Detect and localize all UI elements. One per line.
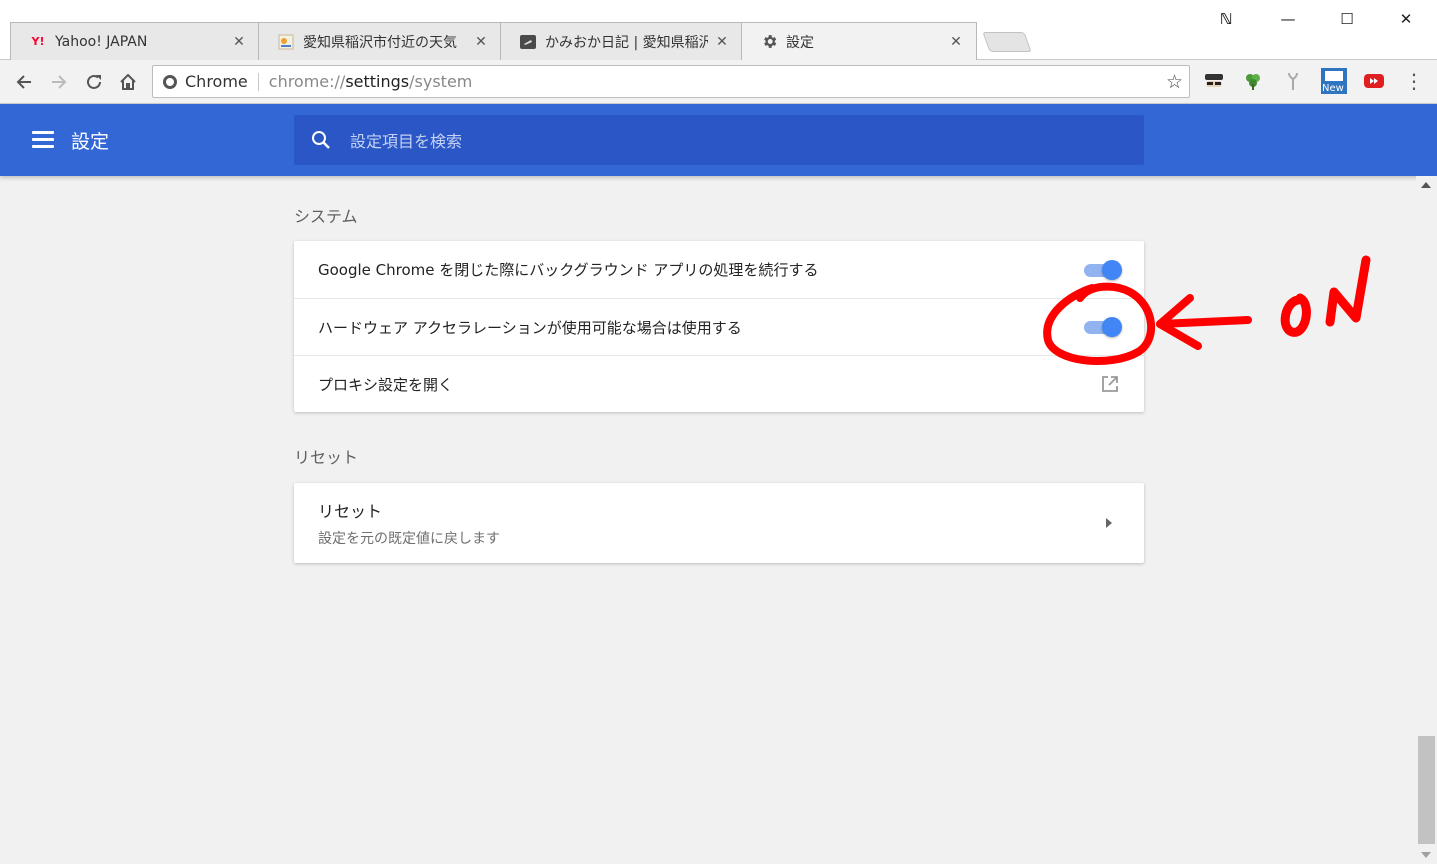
- maximize-button[interactable]: ☐: [1327, 8, 1367, 30]
- tab-title: かみおか日記 | 愛知県稲沢: [545, 34, 708, 51]
- hardware-acceleration-toggle[interactable]: [1084, 317, 1122, 337]
- reset-settings-row[interactable]: リセット 設定を元の既定値に戻します: [294, 483, 1144, 563]
- home-icon[interactable]: [115, 69, 141, 95]
- back-icon[interactable]: [11, 69, 37, 95]
- url-path: /system: [409, 72, 473, 91]
- hamburger-menu-icon[interactable]: [32, 131, 54, 149]
- page-scrollbar[interactable]: [1416, 176, 1437, 864]
- tab-strip: Y! Yahoo! JAPAN ✕ 愛知県稲沢市付近の天気 ✕ かみおか日記 |…: [0, 0, 1437, 60]
- tab-weather[interactable]: 愛知県稲沢市付近の天気 ✕: [258, 22, 502, 60]
- reset-item-subtitle: 設定を元の既定値に戻します: [318, 531, 500, 547]
- tab-yahoo[interactable]: Y! Yahoo! JAPAN ✕: [10, 22, 260, 60]
- youtube-extension-icon[interactable]: [1362, 69, 1386, 93]
- yahoo-icon: Y!: [31, 35, 45, 48]
- weather-icon: [277, 33, 295, 51]
- tab-blog[interactable]: かみおか日記 | 愛知県稲沢 ✕: [500, 22, 743, 60]
- url-scheme: chrome://: [268, 72, 346, 91]
- forward-icon[interactable]: [46, 69, 72, 95]
- search-placeholder: 設定項目を検索: [350, 132, 463, 151]
- new-badge: New: [1322, 83, 1344, 94]
- settings-content: システム Google Chrome を閉じた際にバックグラウンド アプリの処理…: [0, 176, 1416, 864]
- tab-title: Yahoo! JAPAN: [55, 33, 148, 50]
- url-host: settings: [345, 72, 410, 91]
- scroll-up-arrow-icon[interactable]: [1421, 182, 1431, 188]
- clover-extension-icon[interactable]: [1241, 69, 1265, 93]
- gear-icon: [760, 33, 778, 51]
- tab-title: 設定: [786, 34, 814, 51]
- external-link-icon[interactable]: [1100, 374, 1120, 394]
- minimize-button[interactable]: —: [1268, 8, 1308, 30]
- address-bar[interactable]: Chrome chrome://settings/system ☆: [152, 65, 1190, 98]
- browser-toolbar: Chrome chrome://settings/system ☆ New ⋮: [0, 60, 1437, 104]
- close-icon[interactable]: ✕: [231, 34, 247, 50]
- site-chip-label: Chrome: [185, 72, 248, 91]
- setting-label: Google Chrome を閉じた際にバックグラウンド アプリの処理を続行する: [318, 261, 819, 279]
- reload-icon[interactable]: [81, 69, 107, 95]
- omnibox-separator: [257, 72, 259, 91]
- background-apps-toggle[interactable]: [1084, 259, 1122, 280]
- tool-extension-icon[interactable]: [1281, 69, 1305, 93]
- setting-label: プロキシ設定を開く: [318, 375, 454, 394]
- chrome-icon: [163, 74, 177, 89]
- setting-row-hardware-acceleration[interactable]: ハードウェア アクセラレーションが使用可能な場合は使用する: [294, 298, 1144, 355]
- bookmark-star-icon[interactable]: ☆: [1166, 71, 1183, 93]
- settings-search-input[interactable]: 設定項目を検索: [294, 115, 1144, 165]
- scroll-down-arrow-icon[interactable]: [1421, 852, 1431, 858]
- close-icon[interactable]: ✕: [948, 34, 964, 50]
- page-title: 設定: [71, 131, 110, 153]
- setting-row-proxy[interactable]: プロキシ設定を開く: [294, 355, 1144, 412]
- setting-label: ハードウェア アクセラレーションが使用可能な場合は使用する: [318, 318, 742, 337]
- site-chip[interactable]: Chrome: [153, 72, 258, 91]
- section-title-reset: リセット: [294, 448, 359, 467]
- tab-settings[interactable]: 設定 ✕: [741, 22, 977, 60]
- section-title-system: システム: [294, 207, 358, 226]
- settings-header: 設定 設定項目を検索: [0, 104, 1437, 176]
- close-window-button[interactable]: ✕: [1386, 8, 1426, 30]
- scroll-thumb[interactable]: [1418, 736, 1435, 844]
- close-icon[interactable]: ✕: [473, 34, 489, 50]
- chevron-right-icon: [1106, 518, 1112, 528]
- close-icon[interactable]: ✕: [714, 34, 730, 50]
- reset-card: リセット 設定を元の既定値に戻します: [294, 483, 1144, 563]
- new-extension-icon[interactable]: New: [1320, 67, 1348, 95]
- new-tab-button[interactable]: [982, 32, 1032, 52]
- profile-icon[interactable]: ℕ: [1206, 8, 1246, 30]
- search-icon: [310, 129, 332, 151]
- setting-row-background-apps[interactable]: Google Chrome を閉じた際にバックグラウンド アプリの処理を続行する: [294, 241, 1144, 298]
- reset-item-title: リセット: [318, 502, 383, 521]
- blog-icon: [519, 33, 537, 51]
- system-card: Google Chrome を閉じた際にバックグラウンド アプリの処理を続行する…: [294, 241, 1144, 412]
- tab-title: 愛知県稲沢市付近の天気: [303, 34, 457, 51]
- menu-icon[interactable]: ⋮: [1404, 68, 1424, 96]
- incognito-extension-icon[interactable]: [1202, 69, 1226, 93]
